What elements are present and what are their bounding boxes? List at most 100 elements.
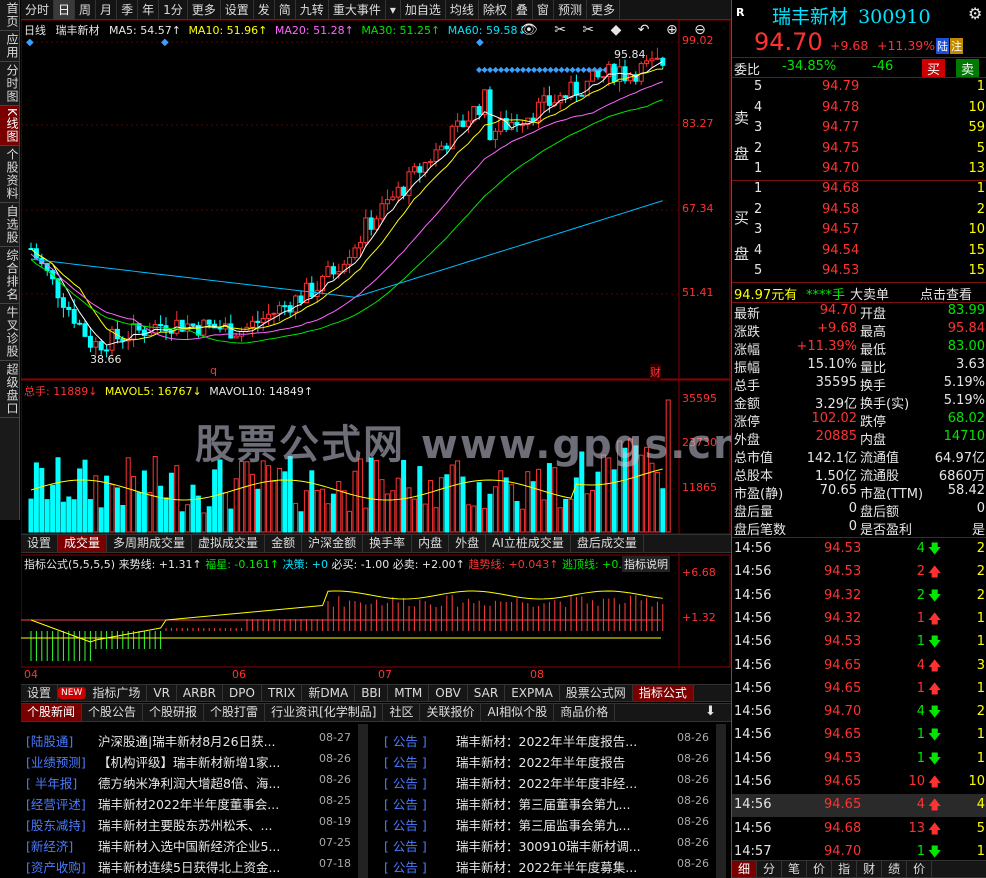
toolbar-item-8[interactable]: 设置	[221, 0, 254, 20]
subtabs-2[interactable]: 多周期成交量	[107, 535, 193, 552]
nav-3[interactable]: K线图	[0, 106, 19, 146]
toolbar-item-12[interactable]: 重大事件	[329, 0, 386, 20]
buy-button[interactable]: 买	[922, 59, 946, 78]
rtabs-7[interactable]: 价	[907, 861, 933, 877]
kline-chart[interactable]: ◆◆◆◆◆◆◆◆◆◆◆◆◆◆◆◆◆◆◆◆◆◆◆◆◆◆◆◆◆	[21, 20, 731, 684]
news-title[interactable]: 【机构评级】瑞丰新材新增1家...	[98, 752, 328, 771]
toolbar-item-15[interactable]: 均线	[446, 0, 479, 20]
news-title[interactable]: 瑞丰新材：2022年半年度报告...	[456, 731, 686, 750]
nav-0[interactable]: 首页	[0, 0, 19, 31]
bottabs-1[interactable]: NEW	[58, 687, 87, 699]
toolbar-item-17[interactable]: 叠	[512, 0, 533, 20]
news-title[interactable]: 德方纳米净利润大增超8倍、海...	[98, 773, 328, 792]
subtabs-9[interactable]: AI立桩成交量	[486, 535, 571, 552]
news-title[interactable]: 瑞丰新材：2022年半年度非经...	[456, 773, 686, 792]
bottabs-8[interactable]: BBI	[355, 685, 389, 701]
newstabs-5[interactable]: 社区	[383, 704, 421, 721]
rtabs-6[interactable]: 绩	[882, 861, 908, 877]
bottabs-4[interactable]: ARBR	[177, 685, 224, 701]
toolbar-item-19[interactable]: 预测	[554, 0, 587, 20]
newstabs-2[interactable]: 个股研报	[143, 704, 205, 721]
bottabs-7[interactable]: 新DMA	[302, 685, 356, 701]
news-title[interactable]: 瑞丰新材：第三届监事会第九...	[456, 815, 686, 834]
subtabs-3[interactable]: 虚拟成交量	[192, 535, 266, 552]
bottabs-10[interactable]: OBV	[429, 685, 468, 701]
newstabs-1[interactable]: 个股公告	[82, 704, 144, 721]
toolbar-item-0[interactable]: 分时	[21, 0, 55, 20]
nav-2[interactable]: 分时图	[0, 62, 19, 106]
bottabs-11[interactable]: SAR	[468, 685, 506, 701]
newstabs-3[interactable]: 个股打雷	[204, 704, 266, 721]
nav-4[interactable]: 个股资料	[0, 146, 19, 203]
subtabs-5[interactable]: 沪深金额	[302, 535, 364, 552]
toolbar-item-2[interactable]: 周	[75, 0, 97, 20]
nav-7[interactable]: 牛叉诊股	[0, 304, 19, 361]
bottabs-9[interactable]: MTM	[388, 685, 430, 701]
subtabs-8[interactable]: 外盘	[449, 535, 487, 552]
toolbar-item-5[interactable]: 年	[138, 0, 160, 20]
toolbar-item-20[interactable]: 更多	[587, 0, 620, 20]
nav-6[interactable]: 综合排名	[0, 247, 19, 304]
stat-value: 102.02	[811, 411, 858, 426]
subtabs-0[interactable]: 设置	[21, 535, 59, 552]
subtabs-10[interactable]: 盘后成交量	[571, 535, 644, 552]
news-title[interactable]: 沪深股通|瑞丰新材8月26日获...	[98, 731, 328, 750]
bottabs-6[interactable]: TRIX	[262, 685, 303, 701]
newstabs-0[interactable]: 个股新闻	[21, 704, 83, 721]
rtabs-5[interactable]: 财	[857, 861, 883, 877]
toolbar-item-9[interactable]: 发	[254, 0, 275, 20]
rtabs-3[interactable]: 价	[807, 861, 833, 877]
toolbar-item-1[interactable]: 日	[54, 0, 76, 20]
news-title[interactable]: 瑞丰新材2022年半年度董事会...	[98, 794, 328, 813]
rtabs-0[interactable]: 细	[732, 861, 758, 877]
newstabs-4[interactable]: 行业资讯[化学制品]	[265, 704, 384, 721]
toolbar-item-11[interactable]: 九转	[296, 0, 329, 20]
toolbar-item-10[interactable]: 简	[275, 0, 296, 20]
nav-1[interactable]: 应用	[0, 31, 19, 62]
bottabs-12[interactable]: EXPMA	[505, 685, 560, 701]
big-check[interactable]: 点击查看	[920, 284, 972, 303]
toolbar-item-13[interactable]: ▾	[386, 0, 401, 20]
nav-8[interactable]: 超级盘口	[0, 361, 19, 418]
bottabs-14[interactable]: 指标公式	[632, 685, 694, 701]
nav-5[interactable]: 自选股	[0, 203, 19, 247]
news-title[interactable]: 瑞丰新材连续5日获得北上资金...	[98, 857, 328, 876]
toolbar-item-7[interactable]: 更多	[188, 0, 221, 20]
toolbar-item-4[interactable]: 季	[117, 0, 139, 20]
rtabs-1[interactable]: 分	[757, 861, 783, 877]
news-title[interactable]: 瑞丰新材主要股东苏州松禾、...	[98, 815, 328, 834]
subtabs-1[interactable]: 成交量	[58, 535, 108, 552]
toolbar-item-18[interactable]: 窗	[533, 0, 554, 20]
news-title[interactable]: 瑞丰新材：2022年半年度募集...	[456, 857, 686, 876]
newstabs-7[interactable]: AI相似个股	[481, 704, 555, 721]
bottabs-5[interactable]: DPO	[223, 685, 262, 701]
toolbar-item-3[interactable]: 月	[96, 0, 118, 20]
big-order-row[interactable]: 94.97元有 ****手 大卖单 点击查看	[732, 283, 986, 303]
news-scrollbar[interactable]	[716, 724, 726, 878]
subtabs-6[interactable]: 换手率	[363, 535, 413, 552]
toolbar-item-6[interactable]: 1分	[159, 0, 188, 20]
toolbar-item-14[interactable]: 加自选	[401, 0, 446, 20]
bottabs-3[interactable]: VR	[147, 685, 177, 701]
news-title[interactable]: 瑞丰新材：第三届董事会第九...	[456, 794, 686, 813]
subtabs-4[interactable]: 金额	[265, 535, 303, 552]
sell-button[interactable]: 卖	[956, 59, 980, 78]
news-title[interactable]: 瑞丰新材入选中国新经济企业5...	[98, 836, 328, 855]
news-date: 08-19	[319, 815, 351, 828]
rtabs-4[interactable]: 指	[832, 861, 858, 877]
download-icon[interactable]: ⬇	[705, 704, 716, 719]
rtabs-2[interactable]: 笔	[782, 861, 808, 877]
news-scrollbar[interactable]	[358, 724, 368, 878]
bottabs-13[interactable]: 股票公式网	[560, 685, 633, 701]
subtabs-7[interactable]: 内盘	[412, 535, 450, 552]
gear-icon[interactable]: ⚙	[968, 4, 982, 23]
volume-bar	[390, 490, 396, 533]
bottabs-2[interactable]: 指标广场	[86, 685, 148, 701]
toolbar-item-16[interactable]: 除权	[479, 0, 512, 20]
news-title[interactable]: 瑞丰新材：300910瑞丰新材调...	[456, 836, 686, 855]
newstabs-8[interactable]: 商品价格	[554, 704, 616, 721]
bottabs-0[interactable]: 设置	[21, 685, 59, 701]
newstabs-6[interactable]: 关联报价	[420, 704, 482, 721]
indicator-help[interactable]: 指标说明	[622, 556, 670, 572]
news-title[interactable]: 瑞丰新材：2022年半年度报告	[456, 752, 686, 771]
